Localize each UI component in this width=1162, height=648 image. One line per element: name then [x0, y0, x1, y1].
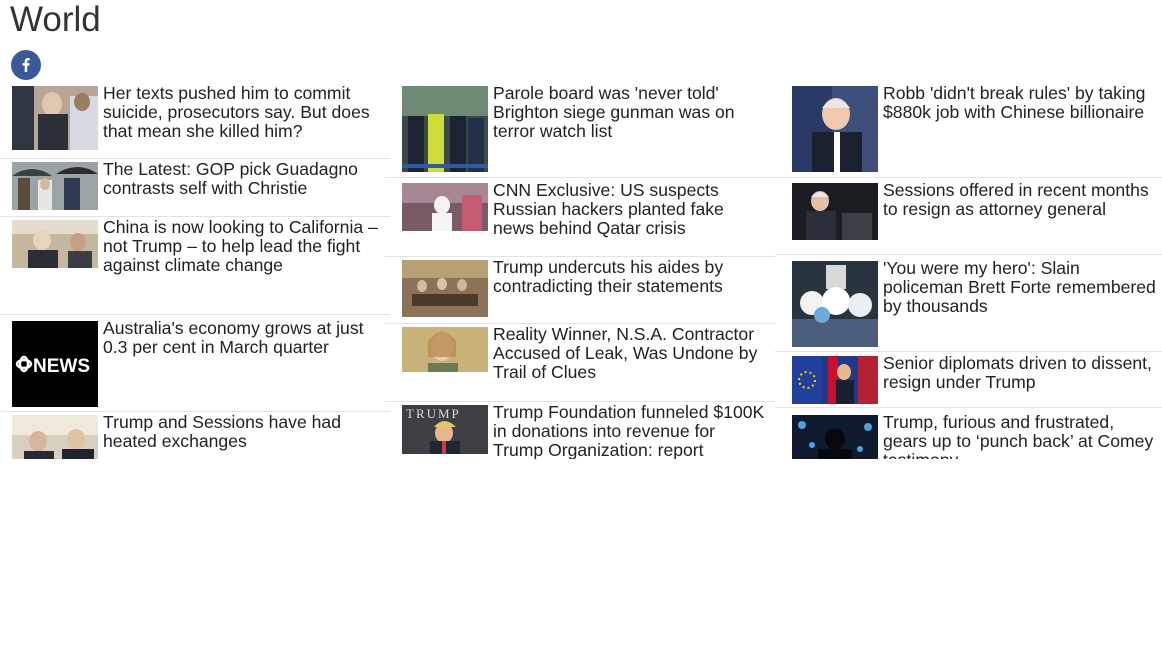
story-thumbnail[interactable] — [792, 356, 878, 404]
story-item[interactable]: Robb 'didn't break rules' by taking $880… — [775, 83, 1162, 178]
story-thumbnail[interactable]: TRUMP — [402, 405, 488, 454]
story-thumbnail[interactable] — [402, 327, 488, 372]
twitter-silhouette-photo — [792, 415, 878, 459]
story-item[interactable]: Reality Winner, N.S.A. Contractor Accuse… — [385, 324, 775, 402]
cabinet-photo — [402, 260, 488, 317]
news-column-1: Her texts pushed him to commit suicide, … — [0, 83, 390, 459]
story-headline[interactable]: Trump undercuts his aides by contradicti… — [493, 258, 767, 296]
news-column-2: Parole board was 'never told' Brighton s… — [385, 83, 775, 459]
story-item[interactable]: Trump undercuts his aides by contradicti… — [385, 257, 775, 324]
story-thumbnail[interactable] — [402, 183, 488, 231]
story-thumbnail[interactable] — [792, 183, 878, 240]
story-headline[interactable]: CNN Exclusive: US suspects Russian hacke… — [493, 181, 767, 238]
speaker-photo — [792, 86, 878, 172]
story-item[interactable]: CNN Exclusive: US suspects Russian hacke… — [385, 180, 775, 257]
portrait-photo — [402, 327, 488, 372]
story-item[interactable]: Senior diplomats driven to dissent, resi… — [775, 353, 1162, 408]
story-headline[interactable]: Trump and Sessions have had heated excha… — [103, 413, 382, 451]
story-headline[interactable]: Senior diplomats driven to dissent, resi… — [883, 354, 1157, 392]
story-item[interactable]: TRUMP Trump Foundation funneled $100K in… — [385, 402, 775, 459]
flags-photo — [792, 356, 878, 404]
story-thumbnail[interactable] — [12, 220, 98, 268]
podium-photo — [792, 183, 878, 240]
story-thumbnail[interactable]: NEWS — [12, 321, 98, 407]
story-item[interactable]: China is now looking to California – not… — [0, 217, 390, 315]
meeting-photo — [12, 220, 98, 268]
story-thumbnail[interactable] — [402, 86, 488, 172]
abc-news-logo: NEWS — [12, 321, 98, 407]
trump-sign-text: TRUMP — [406, 406, 461, 421]
qatar-photo — [402, 183, 488, 231]
police-photo — [402, 86, 488, 172]
story-thumbnail[interactable] — [12, 86, 98, 150]
story-thumbnail[interactable] — [792, 415, 878, 459]
trump-sign-photo: TRUMP — [402, 405, 488, 454]
story-item[interactable]: The Latest: GOP pick Guadagno contrasts … — [0, 159, 390, 217]
story-item[interactable]: Her texts pushed him to commit suicide, … — [0, 83, 390, 159]
story-item[interactable]: Sessions offered in recent months to res… — [775, 180, 1162, 255]
abc-news-logo-text: NEWS — [33, 356, 90, 377]
story-headline[interactable]: Australia's economy grows at just 0.3 pe… — [103, 319, 382, 357]
story-thumbnail[interactable] — [402, 260, 488, 317]
story-item[interactable]: Parole board was 'never told' Brighton s… — [385, 83, 775, 178]
story-item[interactable]: Trump, furious and frustrated, gears up … — [775, 412, 1162, 459]
story-item[interactable]: NEWS Australia's economy grows at just 0… — [0, 318, 390, 412]
story-headline[interactable]: Parole board was 'never told' Brighton s… — [493, 84, 767, 141]
story-headline[interactable]: Trump Foundation funneled $100K in donat… — [493, 403, 767, 460]
news-feed: Her texts pushed him to commit suicide, … — [0, 83, 1162, 459]
page-title: World — [10, 0, 101, 39]
news-column-3: Robb 'didn't break rules' by taking $880… — [775, 83, 1162, 459]
story-item[interactable]: Trump and Sessions have had heated excha… — [0, 412, 390, 459]
courtroom-photo — [12, 86, 98, 150]
story-headline[interactable]: Trump, furious and frustrated, gears up … — [883, 413, 1157, 460]
story-headline[interactable]: The Latest: GOP pick Guadagno contrasts … — [103, 160, 382, 198]
story-thumbnail[interactable] — [792, 261, 878, 347]
funeral-flowers-photo — [792, 261, 878, 347]
story-headline[interactable]: Her texts pushed him to commit suicide, … — [103, 84, 382, 141]
story-thumbnail[interactable] — [12, 415, 98, 459]
story-thumbnail[interactable] — [792, 86, 878, 172]
facebook-icon — [22, 58, 30, 72]
story-thumbnail[interactable] — [12, 162, 98, 210]
facebook-share-button[interactable] — [11, 50, 41, 80]
story-item[interactable]: 'You were my hero': Slain policeman Bret… — [775, 258, 1162, 352]
story-headline[interactable]: 'You were my hero': Slain policeman Bret… — [883, 259, 1157, 316]
oval-office-photo — [12, 415, 98, 459]
story-headline[interactable]: China is now looking to California – not… — [103, 218, 382, 275]
story-headline[interactable]: Sessions offered in recent months to res… — [883, 181, 1157, 219]
story-headline[interactable]: Reality Winner, N.S.A. Contractor Accuse… — [493, 325, 767, 382]
umbrellas-photo — [12, 162, 98, 210]
story-headline[interactable]: Robb 'didn't break rules' by taking $880… — [883, 84, 1157, 122]
